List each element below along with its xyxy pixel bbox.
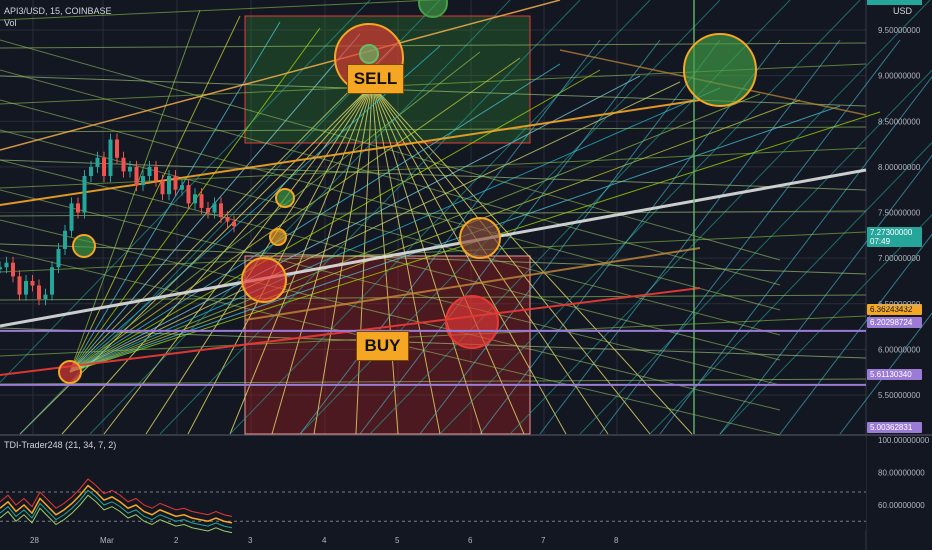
target-circle <box>683 33 757 107</box>
price-badge-countdown: 07:49 <box>870 237 891 246</box>
time-tick-label: 28 <box>30 536 39 545</box>
candle-body <box>63 230 67 249</box>
volume-label[interactable]: Vol <box>4 18 17 28</box>
candle-body <box>141 176 145 186</box>
candle-body <box>232 221 236 227</box>
candle-body <box>206 207 210 213</box>
price-tick-label: 6.50000000 <box>878 300 921 309</box>
candle-body <box>160 180 165 195</box>
price-tick-label: 9.00000000 <box>878 72 921 81</box>
buy-target-circle <box>445 295 499 349</box>
candle-body <box>4 262 9 268</box>
candle-body <box>76 203 80 213</box>
candle-body <box>134 166 139 186</box>
price-tick-label: 8.00000000 <box>878 163 921 172</box>
price-tick-label: 9.50000000 <box>878 26 921 35</box>
buy-circle <box>241 257 287 303</box>
symbol-title[interactable]: API3/USD, 15, COINBASE <box>4 6 112 16</box>
candle-body <box>121 157 126 172</box>
buy-point-circle <box>58 360 82 384</box>
candle-body <box>37 285 41 300</box>
candle-body <box>17 276 22 295</box>
sell-inner-circle <box>359 44 379 64</box>
oscillator-tick-label: 80.00000000 <box>878 469 925 478</box>
indicator-label[interactable]: TDI-Trader248 (21, 34, 7, 2) <box>4 440 116 450</box>
candle-body <box>147 166 152 176</box>
candle-body <box>212 203 217 213</box>
candle-body <box>82 176 87 213</box>
oscillator-pane: 100.00000000 80.00000000 60.00000000 <box>0 436 930 534</box>
level-circle <box>269 228 287 246</box>
candle-body <box>102 157 106 176</box>
price-tick-label: 7.00000000 <box>878 254 921 263</box>
candle-body <box>219 203 223 218</box>
candle-body <box>186 185 191 204</box>
sell-label: SELL <box>347 64 404 94</box>
candle-body <box>69 203 74 231</box>
candle-body <box>108 139 113 176</box>
candle-body <box>199 194 204 208</box>
buy-label: BUY <box>356 331 409 361</box>
candle-body <box>115 139 119 158</box>
time-tick-label: 2 <box>174 536 179 545</box>
candle-body <box>50 267 54 295</box>
candle-body <box>128 166 132 172</box>
price-badge-value: 5.00362831 <box>870 423 913 432</box>
price-badge-top <box>867 0 922 5</box>
currency-label: USD <box>893 6 913 16</box>
candle-body <box>154 166 158 181</box>
candle-body <box>193 194 197 204</box>
time-tick-label: 3 <box>248 536 253 545</box>
time-tick-label: 8 <box>614 536 619 545</box>
candle-body <box>0 267 2 270</box>
candle-body <box>11 262 15 277</box>
chart-screen: 7.27300000 07:49 6.36243432 6.20298724 5.611… <box>0 0 932 550</box>
price-tick-label: 8.50000000 <box>878 117 921 126</box>
oscillator-background <box>0 437 866 530</box>
time-tick-label: Mar <box>100 536 114 545</box>
candle-body <box>89 166 93 176</box>
candle-body <box>173 176 178 190</box>
oscillator-tick-label: 60.00000000 <box>878 501 925 510</box>
candle-body <box>24 280 28 295</box>
time-tick-label: 7 <box>541 536 546 545</box>
resistance-circle <box>459 217 501 259</box>
price-badge-value: 7.27300000 <box>870 228 913 237</box>
price-badge-value: 5.61130340 <box>870 370 912 379</box>
candle-body <box>43 294 48 300</box>
price-tick-label: 6.00000000 <box>878 345 921 354</box>
level-circle <box>72 234 96 258</box>
candle-body <box>30 280 35 286</box>
oscillator-tick-label: 100.00000000 <box>878 436 930 445</box>
candle-body <box>225 217 230 222</box>
price-tick-label: 7.50000000 <box>878 209 921 218</box>
price-badge-value: 6.20298724 <box>870 318 913 327</box>
candle-body <box>56 249 61 268</box>
price-tick-label: 5.50000000 <box>878 391 921 400</box>
candle-body <box>180 185 184 190</box>
candle-body <box>167 176 171 195</box>
candle-body <box>95 157 100 167</box>
time-tick-label: 5 <box>395 536 400 545</box>
level-circle <box>275 188 295 208</box>
time-tick-label: 6 <box>468 536 473 545</box>
trading-chart[interactable]: 7.2730000007:496.362434326.202987245.611… <box>0 0 932 550</box>
time-tick-label: 4 <box>322 536 327 545</box>
